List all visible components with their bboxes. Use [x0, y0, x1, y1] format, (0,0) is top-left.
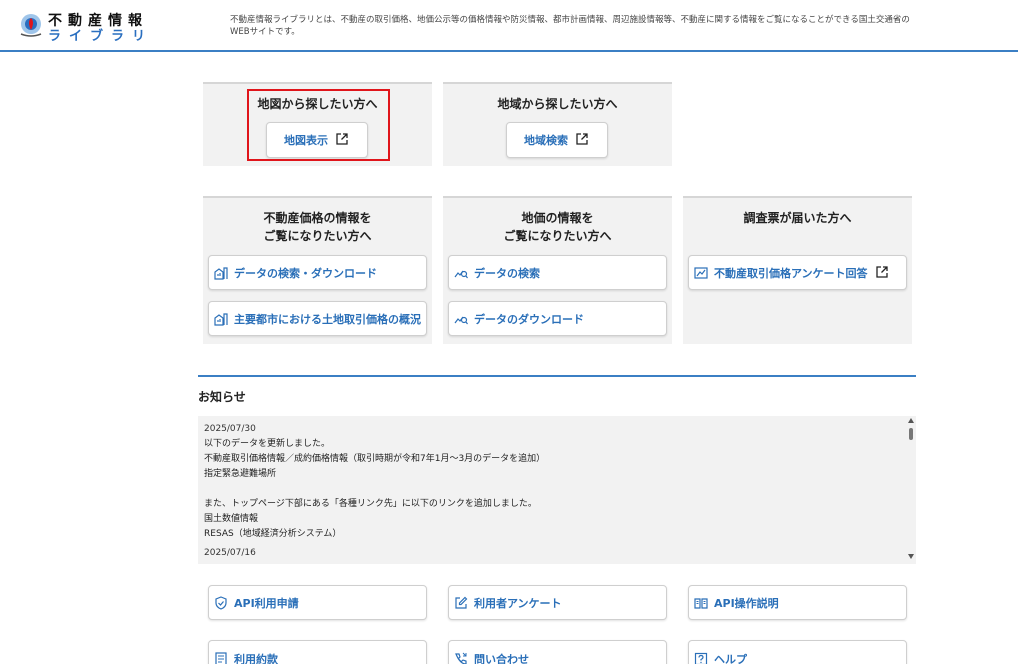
area-search-button[interactable]: 地域検索 — [506, 122, 608, 158]
trend-search-icon — [453, 311, 469, 327]
api-manual-button[interactable]: API操作説明 — [688, 585, 907, 620]
area-search-panel: 地域から探したい方へ 地域検索 — [443, 82, 672, 166]
api-manual-label: API操作説明 — [714, 596, 779, 610]
map-search-highlight — [247, 89, 390, 161]
area-search-label: 地域検索 — [524, 134, 568, 147]
scroll-down-arrow-icon[interactable] — [908, 554, 914, 559]
news-line: 国土数値情報 — [204, 514, 259, 524]
news-scrollbar[interactable] — [906, 416, 916, 564]
site-logo[interactable]: 不動産情報 ライブラリ — [18, 10, 158, 44]
building-chart-icon — [213, 265, 229, 281]
news-heading: お知らせ — [198, 390, 246, 404]
contact-label: 問い合わせ — [474, 653, 529, 664]
land-price-data-search-label: データの検索 — [474, 266, 540, 280]
open-book-icon — [693, 595, 709, 611]
land-price-data-download-label: データのダウンロード — [474, 312, 584, 326]
contact-button[interactable]: 問い合わせ — [448, 640, 667, 664]
land-price-title: 地価の情報を ご覧になりたい方へ — [503, 211, 612, 243]
terms-of-use-button[interactable]: 利用約款 — [208, 640, 427, 664]
land-price-overview-label: 主要都市における土地取引価格の概況 — [234, 312, 421, 326]
document-icon — [213, 651, 229, 664]
price-data-search-download-label: データの検索・ダウンロード — [234, 266, 377, 280]
external-link-icon — [875, 265, 890, 280]
price-survey-answer-label: 不動産取引価格アンケート回答 — [714, 266, 868, 280]
user-survey-button[interactable]: 利用者アンケート — [448, 585, 667, 620]
help-question-icon — [693, 651, 709, 664]
phone-icon — [453, 651, 469, 664]
scroll-up-arrow-icon[interactable] — [908, 418, 914, 423]
price-survey-answer-button[interactable]: 不動産取引価格アンケート回答 — [688, 255, 907, 290]
user-survey-label: 利用者アンケート — [474, 596, 562, 610]
news-line: 指定緊急避難場所 — [204, 469, 277, 479]
external-link-icon — [576, 133, 590, 147]
building-chart-icon — [213, 311, 229, 327]
scroll-thumb[interactable] — [909, 428, 913, 440]
news-line — [204, 482, 894, 497]
land-price-data-download-button[interactable]: データのダウンロード — [448, 301, 667, 336]
survey-panel: 調査票が届いた方へ 不動産取引価格アンケート回答 — [683, 196, 912, 344]
news-list[interactable]: 2025/07/30 以下のデータを更新しました。 不動産取引価格情報／成約価格… — [198, 416, 916, 564]
api-application-button[interactable]: API利用申請 — [208, 585, 427, 620]
news-line: また、トップページ下部にある「各種リンク先」に以下のリンクを追加しました。 — [204, 499, 537, 509]
site-description: 不動産情報ライブラリとは、不動産の取引価格、地価公示等の価格情報や防災情報、都市… — [230, 15, 910, 37]
news-line: 以下のデータを更新しました。 — [204, 439, 331, 449]
edit-square-icon — [453, 595, 469, 611]
news-line: 不動産取引価格情報／成約価格情報（取引時期が令和7年1月～3月のデータを追加） — [204, 454, 546, 464]
site-header: 不動産情報 ライブラリ 不動産情報ライブラリとは、不動産の取引価格、地価公示等の… — [0, 0, 1018, 52]
help-label: ヘルプ — [714, 653, 747, 664]
shield-check-icon — [213, 595, 229, 611]
survey-title: 調査票が届いた方へ — [743, 211, 852, 225]
logo-mark-icon — [20, 14, 42, 37]
terms-of-use-label: 利用約款 — [234, 653, 278, 664]
price-data-search-download-button[interactable]: データの検索・ダウンロード — [208, 255, 427, 290]
land-price-overview-button[interactable]: 主要都市における土地取引価格の概況 — [208, 301, 427, 336]
help-button[interactable]: ヘルプ — [688, 640, 907, 664]
news-content: 2025/07/30 以下のデータを更新しました。 不動産取引価格情報／成約価格… — [204, 422, 894, 561]
trend-search-icon — [453, 265, 469, 281]
survey-form-icon — [693, 265, 709, 281]
area-search-title: 地域から探したい方へ — [497, 97, 618, 111]
news-date: 2025/07/16 — [204, 548, 256, 558]
news-line: RESAS（地域経済分析システム） — [204, 529, 342, 539]
real-estate-price-title: 不動産価格の情報を ご覧になりたい方へ — [263, 211, 372, 243]
land-price-panel: 地価の情報を ご覧になりたい方へ データの検索 データのダウンロード — [443, 196, 672, 344]
land-price-data-search-button[interactable]: データの検索 — [448, 255, 667, 290]
logo-subtitle: ライブラリ — [48, 29, 154, 44]
news-date: 2025/07/30 — [204, 424, 256, 434]
news-divider — [198, 375, 916, 377]
api-application-label: API利用申請 — [234, 596, 299, 610]
real-estate-price-panel: 不動産価格の情報を ご覧になりたい方へ データの検索・ダウンロード 主要都市にお… — [203, 196, 432, 344]
